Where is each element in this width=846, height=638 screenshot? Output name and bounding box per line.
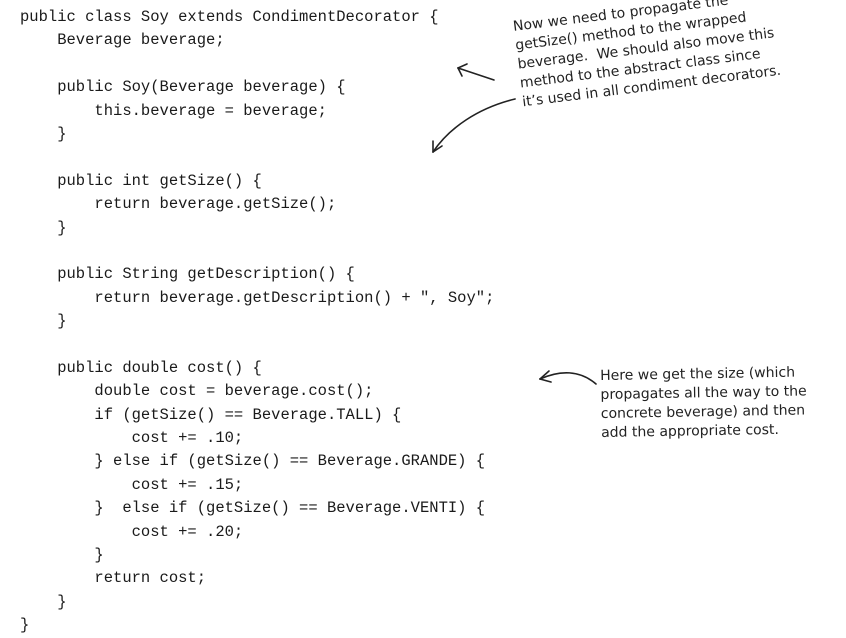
arrow-to-cost-branch	[539, 370, 597, 385]
arrow-to-constructor	[457, 63, 495, 81]
arrow-to-getsize	[432, 98, 516, 153]
code-line: }	[20, 616, 30, 635]
annotation-arrows	[432, 63, 597, 385]
